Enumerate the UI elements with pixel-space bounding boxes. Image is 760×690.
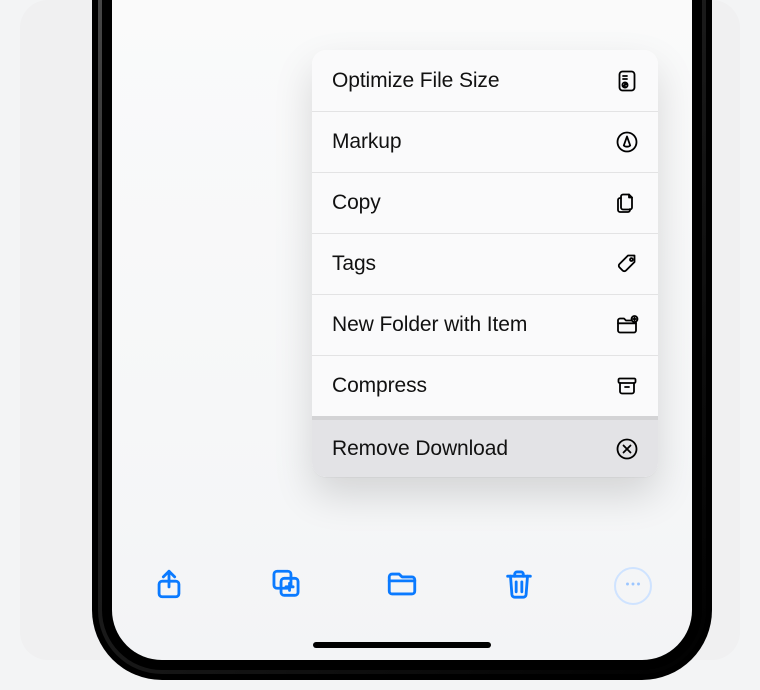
menu-item-label: Remove Download (332, 437, 508, 461)
menu-item-label: Optimize File Size (332, 69, 499, 93)
bottom-toolbar (112, 558, 692, 614)
menu-item-compress[interactable]: Compress (312, 355, 658, 416)
menu-item-copy[interactable]: Copy (312, 172, 658, 233)
menu-item-tags[interactable]: Tags (312, 233, 658, 294)
more-button[interactable] (614, 567, 652, 605)
duplicate-button[interactable] (265, 565, 307, 607)
home-indicator (313, 642, 491, 648)
markup-icon (614, 129, 640, 155)
trash-icon (502, 567, 536, 606)
copy-icon (614, 190, 640, 216)
doc-compress-icon (614, 68, 640, 94)
ellipsis-icon (622, 573, 644, 600)
menu-item-label: Tags (332, 252, 376, 276)
backdrop: Optimize File Size Markup Copy (20, 0, 740, 660)
archive-icon (614, 373, 640, 399)
menu-item-label: Markup (332, 130, 401, 154)
menu-item-label: Copy (332, 191, 381, 215)
folder-icon (385, 567, 419, 606)
menu-item-remove-download[interactable]: Remove Download (312, 416, 658, 477)
share-button[interactable] (148, 565, 190, 607)
tag-icon (614, 251, 640, 277)
context-menu: Optimize File Size Markup Copy (312, 50, 658, 477)
phone-frame: Optimize File Size Markup Copy (92, 0, 712, 680)
menu-item-markup[interactable]: Markup (312, 111, 658, 172)
menu-item-optimize-file-size[interactable]: Optimize File Size (312, 50, 658, 111)
phone-screen: Optimize File Size Markup Copy (112, 0, 692, 660)
menu-item-label: New Folder with Item (332, 313, 527, 337)
delete-button[interactable] (498, 565, 540, 607)
duplicate-icon (269, 567, 303, 606)
move-button[interactable] (381, 565, 423, 607)
share-icon (152, 567, 186, 606)
menu-item-label: Compress (332, 374, 427, 398)
remove-icon (614, 436, 640, 462)
new-folder-icon (614, 312, 640, 338)
menu-item-new-folder-with-item[interactable]: New Folder with Item (312, 294, 658, 355)
